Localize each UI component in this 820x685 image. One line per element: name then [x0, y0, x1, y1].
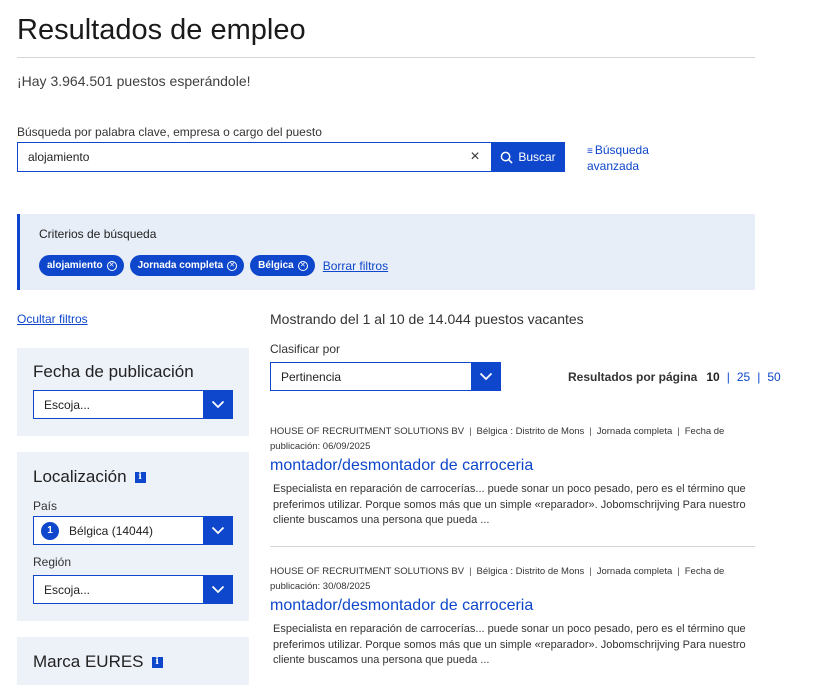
- criteria-chips: alojamiento ✕ Jornada completa ✕ Bélgica ✕ …: [39, 255, 388, 276]
- chevron-down-icon: [203, 575, 233, 604]
- search-button[interactable]: Buscar: [491, 142, 565, 172]
- info-icon[interactable]: i: [134, 471, 146, 483]
- select-value: Pertinencia: [281, 369, 342, 384]
- chevron-down-icon: [203, 390, 233, 419]
- per-page-option-50[interactable]: 50: [767, 370, 780, 384]
- job-company: HOUSE OF RECRUITMENT SOLUTIONS BV: [270, 566, 465, 577]
- eures-title: Marca EURES i: [33, 652, 163, 672]
- advanced-search-link[interactable]: ≡ Búsqueda avanzada: [587, 143, 667, 174]
- country-select[interactable]: 1 Bélgica (14044): [33, 516, 233, 545]
- chip-label: alojamiento: [47, 260, 103, 271]
- publication-date-select[interactable]: Escoja...: [33, 390, 233, 419]
- per-page-option-10[interactable]: 10: [706, 370, 719, 384]
- filter-panel-eures: Marca EURES i: [17, 637, 249, 685]
- hide-filters-link[interactable]: Ocultar filtros: [17, 312, 88, 326]
- select-value: Escoja...: [44, 582, 91, 597]
- search-label: Búsqueda por palabra clave, empresa o ca…: [17, 125, 322, 139]
- eures-title-text: Marca EURES: [33, 652, 144, 671]
- chevron-down-icon: [203, 516, 233, 545]
- filter-panel-location: Localización i País 1 Bélgica (14044) Reg…: [17, 452, 249, 621]
- chip-belgica[interactable]: Bélgica ✕: [250, 255, 315, 276]
- list-icon: ≡: [587, 146, 593, 157]
- separator: |: [757, 370, 761, 384]
- chip-alojamiento[interactable]: alojamiento ✕: [39, 255, 124, 276]
- job-title-link[interactable]: montador/desmontador de carroceria: [270, 457, 755, 475]
- job-company: HOUSE OF RECRUITMENT SOLUTIONS BV: [270, 426, 465, 437]
- per-page-label: Resultados por página: [568, 370, 698, 384]
- results-summary: Mostrando del 1 al 10 de 14.044 puestos …: [270, 311, 584, 327]
- remove-chip-icon[interactable]: ✕: [106, 260, 117, 271]
- search-icon: [500, 151, 513, 164]
- page-title: Resultados de empleo: [17, 14, 306, 46]
- job-description: Especialista en reparación de carrocería…: [273, 623, 746, 666]
- clear-filters-link[interactable]: Borrar filtros: [323, 259, 388, 273]
- job-location: Bélgica : Distrito de Mons: [476, 566, 585, 577]
- advanced-search-label: Búsqueda avanzada: [587, 143, 649, 173]
- location-title: Localización i: [33, 467, 146, 487]
- job-schedule: Jornada completa: [596, 426, 673, 437]
- remove-chip-icon[interactable]: ✕: [297, 260, 308, 271]
- region-label: Región: [33, 555, 72, 569]
- result-divider: [270, 546, 755, 547]
- remove-chip-icon[interactable]: ✕: [227, 260, 238, 271]
- job-result: HOUSE OF RECRUITMENT SOLUTIONS BV | Bélgic…: [270, 424, 755, 529]
- location-title-text: Localización: [33, 467, 127, 486]
- country-label: País: [33, 499, 58, 513]
- sort-select[interactable]: Pertinencia: [270, 362, 501, 391]
- select-value: Escoja...: [44, 397, 91, 412]
- jobs-count-subtitle: ¡Hay 3.964.501 puestos esperándole!: [17, 73, 251, 89]
- search-criteria-panel: Criterios de búsqueda alojamiento ✕ Jorna…: [17, 214, 755, 290]
- job-schedule: Jornada completa: [596, 566, 673, 577]
- search-button-label: Buscar: [518, 150, 556, 164]
- title-divider: [17, 57, 755, 58]
- clear-search-icon[interactable]: ×: [466, 148, 484, 166]
- job-description: Especialista en reparación de carrocería…: [273, 483, 746, 526]
- info-icon[interactable]: i: [151, 656, 163, 668]
- publication-date-title: Fecha de publicación: [33, 362, 194, 381]
- job-meta: HOUSE OF RECRUITMENT SOLUTIONS BV | Bélgic…: [270, 426, 725, 452]
- job-result: HOUSE OF RECRUITMENT SOLUTIONS BV | Bélgic…: [270, 564, 755, 669]
- chip-jornada-completa[interactable]: Jornada completa ✕: [129, 255, 245, 276]
- job-title-link[interactable]: montador/desmontador de carroceria: [270, 597, 755, 615]
- filter-panel-publication-date: Fecha de publicación Escoja...: [17, 348, 249, 436]
- criteria-title: Criterios de búsqueda: [39, 227, 157, 241]
- search-input[interactable]: alojamiento: [17, 142, 492, 172]
- job-meta: HOUSE OF RECRUITMENT SOLUTIONS BV | Bélgic…: [270, 566, 725, 592]
- separator: |: [726, 370, 730, 384]
- sort-label: Clasificar por: [270, 342, 341, 356]
- region-select[interactable]: Escoja...: [33, 575, 233, 604]
- chip-label: Bélgica: [258, 260, 294, 271]
- chip-label: Jornada completa: [137, 260, 224, 271]
- job-location: Bélgica : Distrito de Mons: [476, 426, 585, 437]
- select-value: Bélgica (14044): [69, 523, 154, 538]
- chevron-down-icon: [471, 362, 501, 391]
- per-page-option-25[interactable]: 25: [737, 370, 750, 384]
- results-per-page: Resultados por página 10 | 25 | 50: [568, 370, 781, 384]
- selected-count-badge: 1: [41, 521, 59, 540]
